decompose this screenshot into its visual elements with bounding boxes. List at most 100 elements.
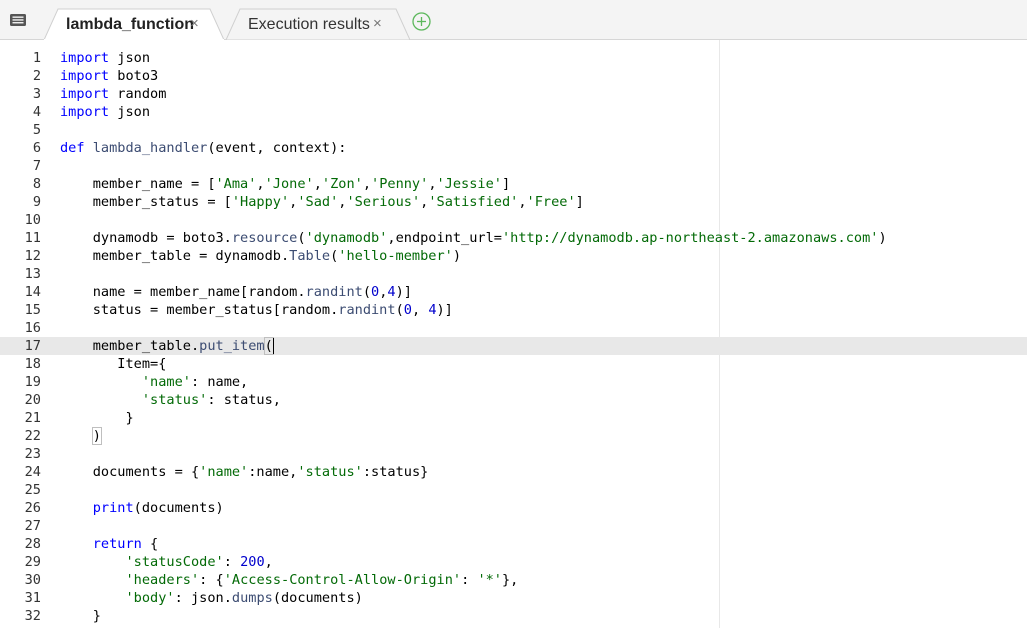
code-text: member_status = ['Happy','Sad','Serious'… bbox=[60, 193, 584, 211]
code-token: : bbox=[223, 554, 241, 570]
line-number: 9 bbox=[32, 194, 41, 210]
code-text: 'headers': {'Access-Control-Allow-Origin… bbox=[60, 571, 518, 589]
code-token: , bbox=[518, 194, 527, 210]
line-number: 13 bbox=[24, 266, 41, 282]
code-text: member_table = dynamodb.Table('hello-mem… bbox=[60, 247, 461, 265]
code-line[interactable]: 21 } bbox=[0, 409, 1027, 427]
line-number: 16 bbox=[24, 320, 41, 336]
code-token: dumps bbox=[231, 590, 273, 606]
code-line[interactable]: 17 member_table.put_item( bbox=[0, 337, 1027, 355]
code-line[interactable]: 8 member_name = ['Ama','Jone','Zon','Pen… bbox=[0, 175, 1027, 193]
code-token: : name, bbox=[190, 374, 249, 390]
code-token: print bbox=[92, 500, 134, 516]
tab-lambda-function[interactable]: lambda_function × bbox=[44, 8, 224, 40]
code-token: ) bbox=[91, 427, 102, 445]
code-line[interactable]: 31 'body': json.dumps(documents) bbox=[0, 589, 1027, 607]
code-token: , bbox=[362, 176, 372, 192]
code-line[interactable]: 32 } bbox=[0, 607, 1027, 625]
code-token: member_status = [ bbox=[60, 194, 232, 210]
code-line[interactable]: 4 import json bbox=[0, 103, 1027, 121]
code-token: def bbox=[60, 140, 85, 156]
code-text: } bbox=[60, 607, 101, 625]
line-number: 2 bbox=[32, 68, 41, 84]
code-token: 4 bbox=[428, 302, 437, 318]
code-line[interactable]: 15 status = member_status[random.randint… bbox=[0, 301, 1027, 319]
code-token: 'http://dynamodb.ap-northeast-2.amazonaw… bbox=[501, 230, 879, 246]
line-number: 3 bbox=[32, 86, 41, 102]
code-line[interactable]: 24 documents = {'name':name,'status':sta… bbox=[0, 463, 1027, 481]
menu-list-icon[interactable] bbox=[10, 14, 26, 26]
code-line[interactable]: 12 member_table = dynamodb.Table('hello-… bbox=[0, 247, 1027, 265]
code-token: status = member_status[random. bbox=[60, 302, 339, 318]
code-token: 'statusCode' bbox=[125, 554, 224, 570]
code-token: , bbox=[411, 302, 429, 318]
code-token: 'Access-Control-Allow-Origin' bbox=[223, 572, 462, 588]
code-token: Table bbox=[289, 248, 331, 264]
code-line[interactable]: 9 member_status = ['Happy','Sad','Seriou… bbox=[0, 193, 1027, 211]
code-line[interactable]: 1 import json bbox=[0, 49, 1027, 67]
code-line[interactable]: 25 bbox=[0, 481, 1027, 499]
code-line[interactable]: 2 import boto3 bbox=[0, 67, 1027, 85]
line-number: 1 bbox=[32, 50, 41, 66]
code-line[interactable]: 27 bbox=[0, 517, 1027, 535]
line-number: 11 bbox=[24, 230, 41, 246]
code-line[interactable]: 6 def lambda_handler(event, context): bbox=[0, 139, 1027, 157]
code-line[interactable]: 16 bbox=[0, 319, 1027, 337]
code-line[interactable]: 18 Item={ bbox=[0, 355, 1027, 373]
code-text: import json bbox=[60, 49, 150, 67]
line-number: 21 bbox=[24, 410, 41, 426]
code-line[interactable]: 19 'name': name, bbox=[0, 373, 1027, 391]
code-line[interactable]: 22 ) bbox=[0, 427, 1027, 445]
plus-circle-icon[interactable] bbox=[412, 12, 431, 31]
line-number: 22 bbox=[24, 428, 41, 444]
code-text: 'name': name, bbox=[60, 373, 248, 391]
code-token: documents = { bbox=[60, 464, 200, 480]
code-line[interactable]: 28 return { bbox=[0, 535, 1027, 553]
code-text: print(documents) bbox=[60, 499, 224, 517]
code-token: 'Serious' bbox=[346, 194, 421, 210]
code-text: status = member_status[random.randint(0,… bbox=[60, 301, 453, 319]
code-editor[interactable]: 1 import json 2 import boto3 3 import random 4… bbox=[0, 40, 1027, 628]
code-token: 'dynamodb' bbox=[305, 230, 388, 246]
code-line[interactable]: 7 bbox=[0, 157, 1027, 175]
code-text: return { bbox=[60, 535, 158, 553]
line-number: 14 bbox=[24, 284, 41, 300]
code-line[interactable]: 3 import random bbox=[0, 85, 1027, 103]
close-icon[interactable]: × bbox=[373, 15, 382, 32]
code-token: ( bbox=[263, 337, 274, 355]
code-token: 'Jessie' bbox=[436, 176, 502, 192]
code-line[interactable]: 30 'headers': {'Access-Control-Allow-Ori… bbox=[0, 571, 1027, 589]
code-line[interactable]: 10 bbox=[0, 211, 1027, 229]
code-token: dynamodb = boto3. bbox=[60, 230, 232, 246]
code-line[interactable]: 26 print(documents) bbox=[0, 499, 1027, 517]
code-token: 'headers' bbox=[125, 572, 200, 588]
line-number: 5 bbox=[32, 122, 41, 138]
code-line[interactable]: 13 bbox=[0, 265, 1027, 283]
close-icon[interactable]: × bbox=[190, 15, 199, 32]
code-token: 'Free' bbox=[526, 194, 576, 210]
code-token: import bbox=[60, 104, 110, 120]
code-token: : status, bbox=[207, 392, 281, 408]
code-token: , bbox=[256, 176, 265, 192]
code-token: 'name' bbox=[141, 374, 191, 390]
code-text: import json bbox=[60, 103, 150, 121]
line-number: 7 bbox=[32, 158, 41, 174]
code-line[interactable]: 20 'status': status, bbox=[0, 391, 1027, 409]
code-line[interactable]: 29 'statusCode': 200, bbox=[0, 553, 1027, 571]
code-line[interactable]: 11 dynamodb = boto3.resource('dynamodb',… bbox=[0, 229, 1027, 247]
tab-label: Execution results bbox=[248, 16, 370, 33]
code-text: name = member_name[random.randint(0,4)] bbox=[60, 283, 412, 301]
line-number: 19 bbox=[24, 374, 41, 390]
code-token: 'hello-member' bbox=[338, 248, 453, 264]
code-line[interactable]: 14 name = member_name[random.randint(0,4… bbox=[0, 283, 1027, 301]
code-token: 'status' bbox=[297, 464, 363, 480]
code-line[interactable]: 23 bbox=[0, 445, 1027, 463]
code-line[interactable]: 5 bbox=[0, 121, 1027, 139]
code-token: json bbox=[109, 104, 151, 120]
code-token: import bbox=[60, 50, 110, 66]
code-token: 0 bbox=[371, 284, 380, 300]
line-number: 18 bbox=[24, 356, 41, 372]
code-text: Item={ bbox=[60, 355, 166, 373]
tab-execution-results[interactable]: Execution results × bbox=[226, 8, 410, 40]
